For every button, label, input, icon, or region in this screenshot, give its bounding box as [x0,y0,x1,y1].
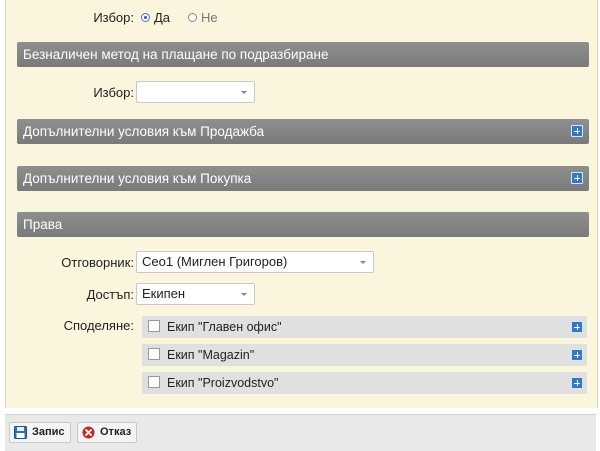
cancel-x-icon [82,426,95,439]
radio-no-label: Не [201,10,218,25]
share-item-label: Екип "Proizvodstvo" [167,376,279,390]
chevron-down-icon [360,261,366,264]
expand-plus-icon[interactable] [571,125,583,137]
section-purchase-terms-title: Допълнителни условия към Покупка [23,171,252,186]
cancel-button-label: Отказ [100,426,132,438]
section-sale-terms[interactable]: Допълнителни условия към Продажба [17,119,589,144]
choice-label: Избор: [93,10,134,25]
share-checkbox[interactable] [148,320,160,332]
share-item-label: Екип "Magazin" [167,348,255,362]
payment-choice-select[interactable] [136,81,255,103]
floppy-disk-icon [14,426,27,439]
choice-radio-group: Да Не [141,10,236,25]
owner-label: Отговорник: [61,255,134,270]
access-value: Екипен [142,286,186,301]
share-checkbox[interactable] [148,376,160,388]
radio-yes-indicator[interactable] [141,13,150,22]
chevron-down-icon [241,91,247,94]
share-item-proizvodstvo[interactable]: Екип "Proizvodstvo" [142,372,587,394]
share-item-main-office[interactable]: Екип "Главен офис" [142,316,587,338]
section-rights-title: Права [23,217,63,232]
radio-no-indicator[interactable] [188,13,198,22]
save-button[interactable]: Запис [9,422,71,443]
section-default-payment: Безналичен метод на плащане по подразбир… [17,42,589,67]
share-item-label: Екип "Главен офис" [167,320,282,334]
sharing-label: Споделяне: [63,318,134,333]
expand-plus-icon[interactable] [571,172,583,184]
save-button-label: Запис [32,426,65,438]
section-rights: Права [17,212,589,237]
payment-choice-label: Избор: [93,85,134,100]
radio-no[interactable]: Не [188,10,218,25]
radio-yes[interactable]: Да [141,10,170,25]
expand-plus-icon[interactable] [571,321,583,333]
owner-value: Сео1 (Миглен Григоров) [142,254,288,269]
cancel-button[interactable]: Отказ [77,422,138,443]
section-purchase-terms[interactable]: Допълнителни условия към Покупка [17,166,589,191]
section-default-payment-title: Безналичен метод на плащане по подразбир… [23,47,329,62]
owner-select[interactable]: Сео1 (Миглен Григоров) [136,251,374,273]
share-checkbox[interactable] [148,348,160,360]
access-label: Достъп: [86,287,134,302]
share-item-magazin[interactable]: Екип "Magazin" [142,344,587,366]
section-sale-terms-title: Допълнителни условия към Продажба [23,124,265,139]
radio-yes-label: Да [154,10,171,25]
form-footer: Запис Отказ [5,414,596,451]
form-panel: Избор: Да Не Безналичен метод на плащане… [5,0,598,408]
expand-plus-icon[interactable] [571,377,583,389]
expand-plus-icon[interactable] [571,349,583,361]
access-select[interactable]: Екипен [136,283,255,305]
chevron-down-icon [241,293,247,296]
